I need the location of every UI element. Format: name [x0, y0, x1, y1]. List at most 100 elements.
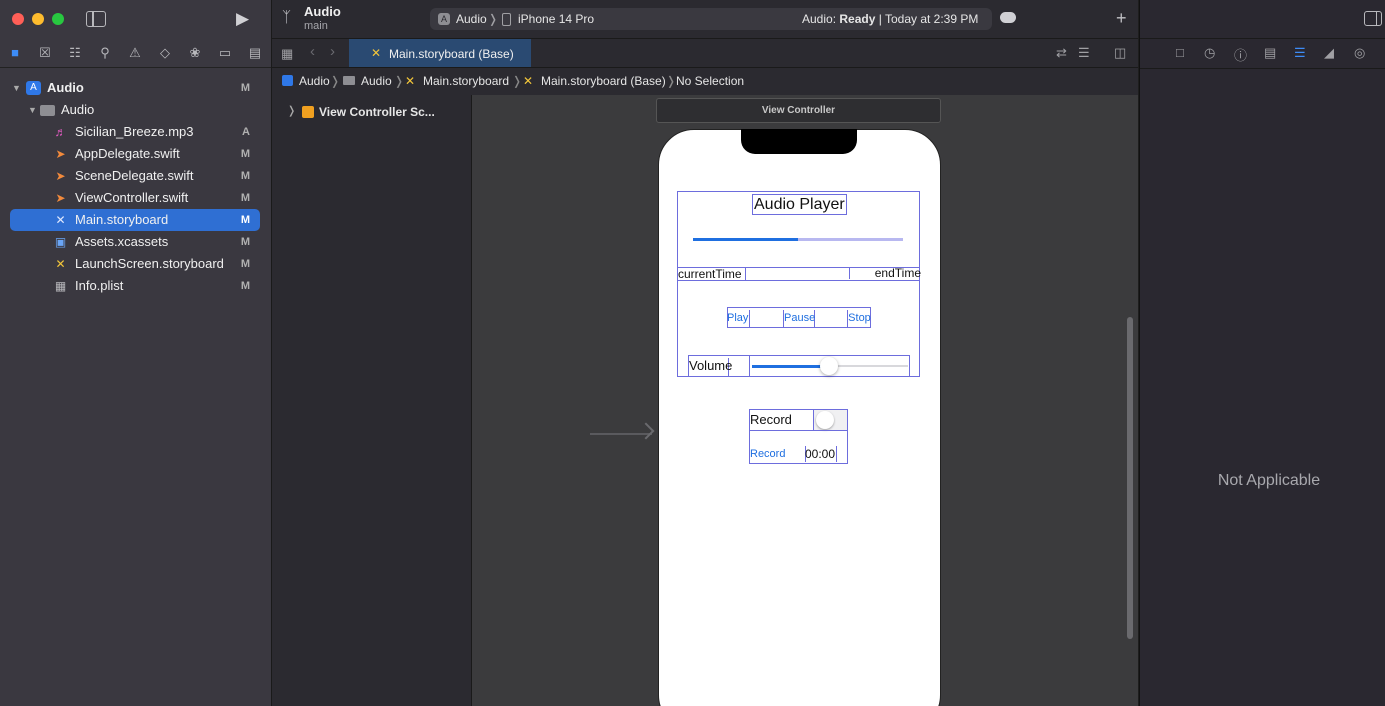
refresh-icon[interactable]: ⇄: [1056, 45, 1067, 61]
editor-tab-bar: ▦ ‹ › ✕ Main.storyboard (Base) ⇄ ☰ ◫: [272, 38, 1138, 68]
tree-item-label: Sicilian_Breeze.mp3: [75, 124, 194, 139]
breadcrumb-item[interactable]: Main.storyboard: [423, 68, 509, 94]
project-title: Audio: [304, 4, 341, 19]
status-flag: M: [240, 214, 250, 226]
tree-item-file[interactable]: ➤ SceneDelegate.swift M: [10, 165, 260, 187]
storyboard-canvas[interactable]: View Controller Audio Player currentTime…: [472, 95, 1138, 706]
chevron-right-icon[interactable]: ❭: [287, 104, 296, 117]
volume-label: Volume: [689, 358, 732, 376]
tree-item-label: Audio: [61, 102, 95, 117]
volume-slider[interactable]: [749, 355, 910, 377]
player-stack-view[interactable]: [677, 191, 920, 377]
play-button[interactable]: Play: [727, 310, 750, 327]
build-status-prefix: Audio:: [802, 12, 840, 26]
outline-scene-item[interactable]: View Controller Sc...: [319, 105, 435, 119]
identity-icon[interactable]: ▤: [1264, 45, 1276, 61]
help-icon[interactable]: ⓘ: [1234, 45, 1247, 64]
search-icon[interactable]: ⚲: [96, 44, 114, 62]
iphone-icon: [502, 13, 511, 26]
split-editor-icon[interactable]: ◫: [1114, 45, 1126, 61]
tab-main-storyboard[interactable]: ✕ Main.storyboard (Base): [349, 39, 531, 68]
storyboard-file-icon: ✕: [371, 46, 382, 60]
audio-file-icon: ♬: [54, 125, 67, 139]
swift-file-icon: ➤: [55, 191, 66, 205]
debug-icon[interactable]: ❀: [186, 44, 204, 62]
branch-icon: ᛉ: [282, 9, 292, 26]
file-icon[interactable]: □: [1176, 45, 1184, 60]
record-switch[interactable]: [813, 409, 848, 431]
list-icon[interactable]: ☰: [1078, 45, 1090, 61]
forward-arrow-icon[interactable]: ›: [330, 43, 335, 60]
slider-fill: [752, 365, 830, 368]
slider-thumb[interactable]: [820, 357, 838, 375]
back-arrow-icon[interactable]: ‹: [310, 43, 315, 60]
inspector-panel: □ ◷ ⓘ ▤ ☰ ◢ ◎ Not Applicable: [1139, 0, 1385, 706]
title-label: Audio Player: [752, 194, 847, 215]
warning-icon[interactable]: ⚠: [126, 44, 144, 62]
tree-item-file-selected[interactable]: ✕ Main.storyboard M: [10, 209, 260, 231]
tree-item-project[interactable]: ▼ A Audio M: [10, 77, 260, 99]
folder-icon: [40, 105, 55, 116]
close-window-button[interactable]: [12, 13, 24, 25]
folder-icon[interactable]: ■: [6, 44, 24, 62]
record-label: Record: [750, 412, 792, 427]
vertical-scrollbar[interactable]: [1127, 317, 1133, 639]
app-target-icon: A: [438, 13, 450, 25]
tree-item-file[interactable]: ➤ AppDelegate.swift M: [10, 143, 260, 165]
minimize-window-button[interactable]: [32, 13, 44, 25]
chevron-down-icon[interactable]: ▼: [12, 77, 21, 99]
add-icon[interactable]: +: [1116, 8, 1127, 29]
chevron-right-icon: ❭: [666, 74, 677, 88]
pause-button[interactable]: Pause: [783, 310, 815, 327]
breadcrumb-item[interactable]: Audio: [299, 68, 330, 94]
breadcrumb-item[interactable]: Main.storyboard (Base): [541, 68, 666, 94]
tree-item-label: Info.plist: [75, 278, 124, 293]
breakpoint-icon[interactable]: ▭: [216, 44, 234, 62]
status-flag: M: [240, 82, 250, 94]
tree-item-label: SceneDelegate.swift: [75, 168, 194, 183]
tree-item-file[interactable]: ▦ Info.plist M: [10, 275, 260, 297]
status-flag: M: [240, 280, 250, 292]
grid-icon[interactable]: ▦: [281, 46, 293, 62]
sidebar-toggle-icon[interactable]: [86, 11, 106, 27]
scheme-device[interactable]: iPhone 14 Pro: [518, 8, 594, 30]
tree-item-file[interactable]: ▣ Assets.xcassets M: [10, 231, 260, 253]
build-status-state: Ready: [839, 12, 876, 26]
tree-item-file[interactable]: ➤ ViewController.swift M: [10, 187, 260, 209]
source-control-icon[interactable]: ☒: [36, 44, 54, 62]
breadcrumb-item[interactable]: Audio: [361, 68, 392, 94]
chevron-right-icon: ❭: [394, 74, 405, 88]
inspector-tabs: □ ◷ ⓘ ▤ ☰ ◢ ◎: [1140, 38, 1385, 69]
breadcrumb: Audio ❭ Audio ❭ ✕ Main.storyboard ❭ ✕ Ma…: [272, 67, 1138, 96]
hierarchy-icon[interactable]: ☷: [66, 44, 84, 62]
stop-button[interactable]: Stop: [847, 310, 871, 327]
notch: [741, 129, 857, 154]
tree-item-label: Assets.xcassets: [75, 234, 169, 249]
inspector-toggle-icon[interactable]: [1364, 11, 1382, 26]
scheme-target[interactable]: Audio: [456, 8, 487, 30]
status-flag: M: [240, 170, 250, 182]
attributes-icon[interactable]: ☰: [1294, 45, 1306, 61]
tab-label: Main.storyboard (Base): [389, 47, 514, 61]
breadcrumb-item[interactable]: No Selection: [676, 68, 744, 94]
zoom-window-button[interactable]: [52, 13, 64, 25]
history-icon[interactable]: ◷: [1204, 45, 1215, 61]
tree-item-group[interactable]: ▼ Audio: [10, 99, 260, 121]
size-icon[interactable]: ◢: [1324, 45, 1334, 61]
tree-item-label: ViewController.swift: [75, 190, 189, 205]
record-button[interactable]: Record: [750, 446, 806, 462]
status-flag: A: [242, 126, 250, 138]
test-icon[interactable]: ◇: [156, 44, 174, 62]
chevron-down-icon[interactable]: ▼: [28, 99, 37, 121]
scene-title-bar[interactable]: View Controller: [656, 98, 941, 123]
run-button-icon[interactable]: ▶: [236, 9, 249, 29]
report-icon[interactable]: ▤: [246, 44, 264, 62]
iphone-frame: Audio Player currentTime endTime Play Pa…: [658, 129, 941, 706]
cloud-icon[interactable]: [1000, 12, 1016, 23]
project-navigator: ▶ ■ ☒ ☷ ⚲ ⚠ ◇ ❀ ▭ ▤ ▼ A Audio M ▼ Audio …: [0, 0, 272, 706]
tree-item-file[interactable]: ✕ LaunchScreen.storyboard M: [10, 253, 260, 275]
record-time-label: 00:00: [805, 446, 838, 462]
tree-item-file[interactable]: ♬ Sicilian_Breeze.mp3 A: [10, 121, 260, 143]
connections-icon[interactable]: ◎: [1354, 45, 1365, 61]
tree-item-label: LaunchScreen.storyboard: [75, 256, 224, 271]
